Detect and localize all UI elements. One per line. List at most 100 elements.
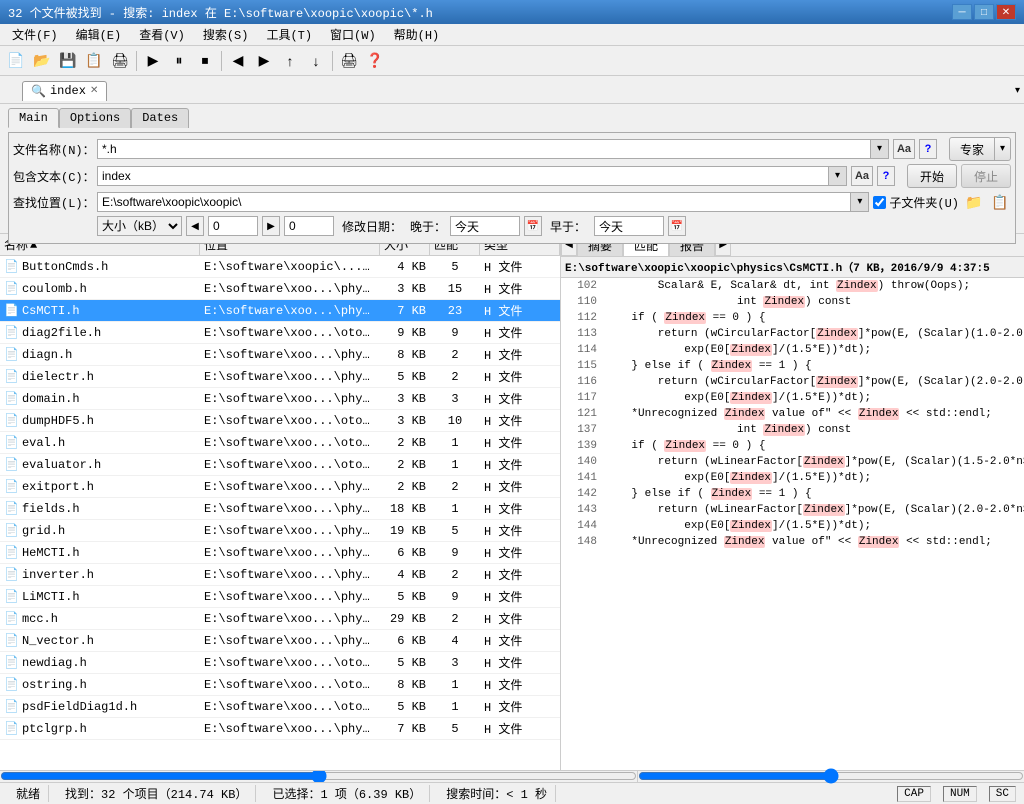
file-row[interactable]: 📄 dumpHDF5.h E:\software\xoo...\otools\ … bbox=[0, 410, 560, 432]
open-button[interactable]: 📂 bbox=[30, 49, 54, 73]
file-row[interactable]: 📄 domain.h E:\software\xoo...\physics\ 3… bbox=[0, 388, 560, 410]
file-size-cell: 6 KB bbox=[380, 545, 430, 561]
date-after-input[interactable] bbox=[450, 216, 520, 236]
menu-search[interactable]: 搜索(S) bbox=[195, 24, 257, 45]
date-after-picker[interactable]: 📅 bbox=[524, 216, 542, 236]
date-before-input[interactable] bbox=[594, 216, 664, 236]
back-button[interactable]: ◀ bbox=[226, 49, 250, 73]
minimize-button[interactable]: ─ bbox=[952, 4, 972, 20]
file-row[interactable]: 📄 LiMCTI.h E:\software\xoo...\physics\ 5… bbox=[0, 586, 560, 608]
right-panel-content[interactable]: 102 Scalar& E, Scalar& dt, int Zindex) t… bbox=[561, 278, 1024, 770]
file-row[interactable]: 📄 ButtonCmds.h E:\software\xoopic\...\qt… bbox=[0, 256, 560, 278]
subfolder-label: 子文件夹(U) bbox=[889, 194, 959, 211]
file-row[interactable]: 📄 fields.h E:\software\xoo...\physics\ 1… bbox=[0, 498, 560, 520]
file-type-cell: H 文件 bbox=[480, 609, 560, 628]
file-name-cell: 📄 eval.h bbox=[0, 434, 200, 451]
size-prev-button[interactable]: ◀ bbox=[186, 216, 204, 236]
file-location-cell: E:\software\xoo...\otools\ bbox=[200, 435, 380, 451]
new-button[interactable]: 📄 bbox=[4, 49, 28, 73]
h-scrollbar-left[interactable] bbox=[0, 771, 637, 781]
filename-input[interactable] bbox=[97, 139, 871, 159]
content-dropdown-arrow[interactable]: ▾ bbox=[829, 166, 847, 186]
save-button[interactable]: 💾 bbox=[56, 49, 80, 73]
tab-main[interactable]: Main bbox=[8, 108, 59, 128]
subfolder-checkbox[interactable] bbox=[873, 196, 886, 209]
size-select[interactable]: 大小（kB） bbox=[97, 216, 182, 236]
start-button[interactable]: 开始 bbox=[907, 164, 957, 188]
menu-help[interactable]: 帮助(H) bbox=[386, 24, 448, 45]
stop-button[interactable]: 停止 bbox=[961, 164, 1011, 188]
code-line: 139 if ( Zindex == 0 ) { bbox=[563, 440, 1024, 456]
file-row[interactable]: 📄 CsMCTI.h E:\software\xoo...\physics\ 7… bbox=[0, 300, 560, 322]
file-row[interactable]: 📄 exitport.h E:\software\xoo...\physics\… bbox=[0, 476, 560, 498]
tab-close-button[interactable]: ✕ bbox=[90, 85, 98, 97]
close-button[interactable]: ✕ bbox=[996, 4, 1016, 20]
down-button[interactable]: ↓ bbox=[304, 49, 328, 73]
add-folder-button[interactable]: 📋 bbox=[989, 191, 1011, 213]
file-row[interactable]: 📄 diag2file.h E:\software\xoo...\otools\… bbox=[0, 322, 560, 344]
file-row[interactable]: 📄 N_vector.h E:\software\xoo...\physics\… bbox=[0, 630, 560, 652]
tab-dates[interactable]: Dates bbox=[131, 108, 189, 128]
file-row[interactable]: 📄 grid.h E:\software\xoo...\physics\ 19 … bbox=[0, 520, 560, 542]
filename-dropdown-arrow[interactable]: ▾ bbox=[871, 139, 889, 159]
code-line: 143 return (wLinearFactor[Zindex]*pow(E,… bbox=[563, 504, 1024, 520]
content-input[interactable] bbox=[97, 166, 829, 186]
file-row[interactable]: 📄 ostring.h E:\software\xoo...\otools\ 8… bbox=[0, 674, 560, 696]
tab-options[interactable]: Options bbox=[59, 108, 131, 128]
run-button[interactable]: ▶ bbox=[141, 49, 165, 73]
content-aa-button[interactable]: Aa bbox=[851, 166, 873, 186]
file-row[interactable]: 📄 diagn.h E:\software\xoo...\physics\ 8 … bbox=[0, 344, 560, 366]
file-row[interactable]: 📄 mcc.h E:\software\xoo...\physics\ 29 K… bbox=[0, 608, 560, 630]
location-dropdown-arrow[interactable]: ▾ bbox=[851, 192, 869, 212]
date-before-picker[interactable]: 📅 bbox=[668, 216, 686, 236]
saveas-button[interactable]: 📋 bbox=[82, 49, 106, 73]
file-list-body[interactable]: 📄 ButtonCmds.h E:\software\xoopic\...\qt… bbox=[0, 256, 560, 770]
search-tab-index[interactable]: 🔍 index ✕ bbox=[22, 81, 107, 101]
code-line: 141 exp(E0[Zindex]/(1.5*E))*dt); bbox=[563, 472, 1024, 488]
file-row[interactable]: 📄 newdiag.h E:\software\xoo...\otools\ 5… bbox=[0, 652, 560, 674]
main-area: 名称 ▲ 位置 大小 匹配 类型 📄 ButtonCmds.h E:\sof bbox=[0, 234, 1024, 770]
highlight-match: Zindex bbox=[858, 408, 900, 420]
code-content: Scalar& E, Scalar& dt, int Zindex) throw… bbox=[605, 280, 1024, 292]
print-button[interactable]: 🖨 bbox=[108, 49, 132, 73]
forward-button[interactable]: ▶ bbox=[252, 49, 276, 73]
horizontal-scroll-area bbox=[0, 770, 1024, 782]
menu-file[interactable]: 文件(F) bbox=[4, 24, 66, 45]
file-name-cell: 📄 CsMCTI.h bbox=[0, 302, 200, 319]
menu-tools[interactable]: 工具(T) bbox=[258, 24, 320, 45]
file-row[interactable]: 📄 dielectr.h E:\software\xoo...\physics\… bbox=[0, 366, 560, 388]
size-to-input[interactable] bbox=[284, 216, 334, 236]
date-after-label: 晚于： bbox=[410, 218, 446, 235]
tab-dropdown-button[interactable]: ▾ bbox=[1015, 85, 1020, 97]
expert-button[interactable]: 专家 bbox=[949, 137, 995, 161]
size-from-input[interactable] bbox=[208, 216, 258, 236]
menu-window[interactable]: 窗口(W) bbox=[322, 24, 384, 45]
maximize-button[interactable]: □ bbox=[974, 4, 994, 20]
file-row[interactable]: 📄 inverter.h E:\software\xoo...\physics\… bbox=[0, 564, 560, 586]
file-size-cell: 5 KB bbox=[380, 589, 430, 605]
file-row[interactable]: 📄 coulomb.h E:\software\xoo...\physics\ … bbox=[0, 278, 560, 300]
menu-edit[interactable]: 编辑(E) bbox=[68, 24, 130, 45]
file-row[interactable]: 📄 evaluator.h E:\software\xoo...\otools\… bbox=[0, 454, 560, 476]
file-location-cell: E:\software\xoo...\physics\ bbox=[200, 721, 380, 737]
h-scroll-left[interactable] bbox=[0, 771, 638, 782]
content-help-button[interactable]: ? bbox=[877, 166, 895, 186]
stop-button[interactable]: ⏹ bbox=[193, 49, 217, 73]
location-input[interactable] bbox=[97, 192, 851, 212]
file-row[interactable]: 📄 eval.h E:\software\xoo...\otools\ 2 KB… bbox=[0, 432, 560, 454]
help-toolbar-button[interactable]: ❓ bbox=[363, 49, 387, 73]
h-scrollbar-right[interactable] bbox=[638, 771, 1024, 781]
menu-view[interactable]: 查看(V) bbox=[131, 24, 193, 45]
print2-button[interactable]: 🖨 bbox=[337, 49, 361, 73]
size-next-button[interactable]: ▶ bbox=[262, 216, 280, 236]
filename-aa-button[interactable]: Aa bbox=[893, 139, 915, 159]
file-row[interactable]: 📄 psdFieldDiag1d.h E:\software\xoo...\ot… bbox=[0, 696, 560, 718]
expert-dropdown-arrow[interactable]: ▾ bbox=[995, 137, 1011, 161]
up-button[interactable]: ↑ bbox=[278, 49, 302, 73]
pause-button[interactable]: ⏸ bbox=[167, 49, 191, 73]
h-scroll-right[interactable] bbox=[638, 771, 1024, 782]
browse-folder-button[interactable]: 📁 bbox=[963, 191, 985, 213]
file-row[interactable]: 📄 ptclgrp.h E:\software\xoo...\physics\ … bbox=[0, 718, 560, 740]
file-row[interactable]: 📄 HeMCTI.h E:\software\xoo...\physics\ 6… bbox=[0, 542, 560, 564]
filename-help-button[interactable]: ? bbox=[919, 139, 937, 159]
